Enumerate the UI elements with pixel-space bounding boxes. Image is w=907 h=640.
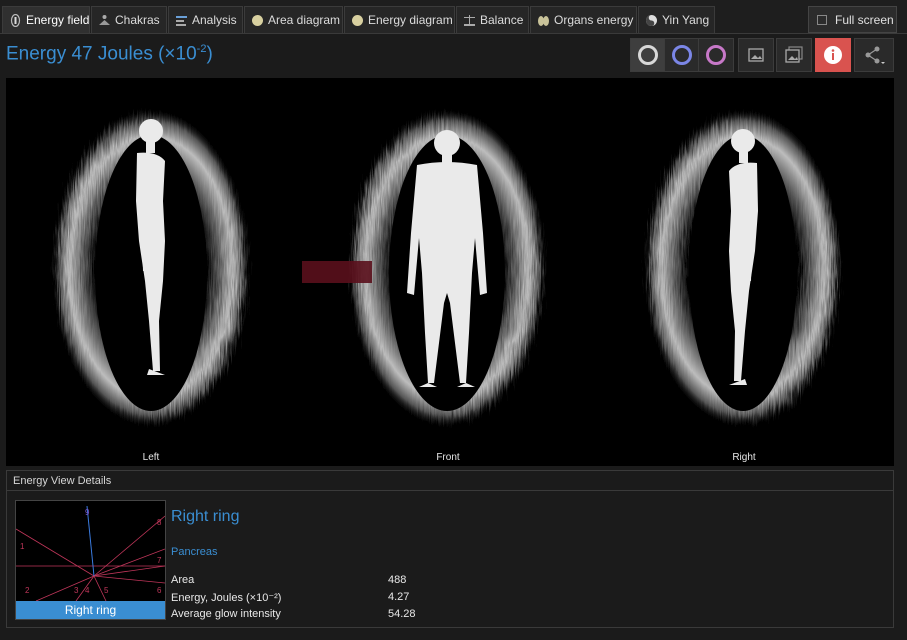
blue-ring-toggle[interactable] xyxy=(664,38,700,72)
tab-label: Yin Yang xyxy=(662,13,710,27)
sector-number: 7 xyxy=(157,556,162,565)
ring-sector-diagram[interactable]: 1 2 3 4 5 6 7 8 9 Right ring xyxy=(15,500,166,620)
gallery-button[interactable] xyxy=(776,38,812,72)
image-button[interactable] xyxy=(738,38,774,72)
tab-label: Area diagram xyxy=(268,13,341,27)
view-label-right: Right xyxy=(732,452,756,463)
sector-number: 3 xyxy=(74,586,79,595)
energy-label: Energy, Joules (×10⁻²) xyxy=(171,592,282,604)
analysis-icon xyxy=(176,15,187,26)
energy-title-exponent: -2 xyxy=(196,43,207,55)
sector-number: 1 xyxy=(20,542,25,551)
info-icon xyxy=(824,46,842,64)
tab-area-diagram[interactable]: Area diagram xyxy=(244,6,343,33)
sector-number: 8 xyxy=(157,518,162,527)
blue-ring-icon xyxy=(672,45,692,65)
sector-number: 5 xyxy=(104,586,109,595)
tab-bar: Energy field Chakras Analysis Area diagr… xyxy=(0,0,907,34)
glow-intensity-value: 54.28 xyxy=(388,608,416,620)
ring-selector-button[interactable]: Right ring xyxy=(16,601,165,619)
organ-name: Pancreas xyxy=(171,546,218,558)
aura-canvas xyxy=(51,108,843,428)
view-label-front: Front xyxy=(436,452,460,463)
tab-label: Energy diagram xyxy=(368,13,453,27)
tab-label: Organs energy xyxy=(554,13,634,27)
info-button[interactable] xyxy=(815,38,851,72)
tab-organs-energy[interactable]: Organs energy xyxy=(530,6,637,33)
share-button[interactable] xyxy=(854,38,894,72)
sector-number: 6 xyxy=(157,586,162,595)
tab-label: Analysis xyxy=(192,13,237,27)
energy-view-details-panel: Energy View Details 1 2 3 4 5 6 7 8 9 Ri… xyxy=(6,470,894,628)
balance-icon xyxy=(464,14,475,26)
energy-title-text: Energy 47 Joules (×10 xyxy=(6,43,197,65)
organs-icon xyxy=(538,15,549,26)
tab-label: Energy field xyxy=(26,13,90,27)
sector-lines: 1 2 3 4 5 6 7 8 9 xyxy=(15,505,166,602)
sector-number: 2 xyxy=(25,586,30,595)
yin-yang-icon xyxy=(646,14,657,26)
area-label: Area xyxy=(171,574,195,586)
energy-value: 4.27 xyxy=(388,591,410,603)
tab-balance[interactable]: Balance xyxy=(456,6,529,33)
white-ring-icon xyxy=(638,45,658,65)
selected-ring-name: Right ring xyxy=(171,508,240,525)
area-value: 488 xyxy=(388,574,407,586)
tab-label: Balance xyxy=(480,13,524,27)
glow-intensity-label: Average glow intensity xyxy=(171,608,281,620)
fullscreen-label: Full screen xyxy=(835,12,894,27)
energy-title: Energy 47 Joules (×10-2) xyxy=(6,43,213,65)
tab-energy-diagram[interactable]: Energy diagram xyxy=(344,6,455,33)
tab-analysis[interactable]: Analysis xyxy=(168,6,243,33)
energy-field-icon xyxy=(10,13,21,27)
area-diagram-icon xyxy=(252,14,263,26)
chakras-icon xyxy=(99,14,110,25)
energy-title-suffix: ) xyxy=(206,43,213,65)
fullscreen-icon xyxy=(817,14,827,25)
tab-chakras[interactable]: Chakras xyxy=(91,6,167,33)
energy-field-viewer: Left Front Right xyxy=(6,78,894,466)
sector-number: 4 xyxy=(85,586,90,595)
selected-sector-highlight[interactable] xyxy=(302,261,372,283)
image-icon xyxy=(748,48,764,62)
purple-ring-icon xyxy=(706,45,726,65)
purple-ring-toggle[interactable] xyxy=(698,38,734,72)
tab-yin-yang[interactable]: Yin Yang xyxy=(638,6,715,33)
fullscreen-button[interactable]: Full screen xyxy=(808,6,897,33)
view-label-left: Left xyxy=(142,452,160,463)
share-icon xyxy=(865,46,885,64)
gallery-icon xyxy=(785,46,803,63)
details-panel-title: Energy View Details xyxy=(7,471,893,491)
sector-number: 9 xyxy=(85,508,90,517)
energy-diagram-icon xyxy=(352,14,363,26)
tab-label: Chakras xyxy=(115,13,160,27)
white-ring-toggle[interactable] xyxy=(630,38,666,72)
tab-energy-field[interactable]: Energy field xyxy=(2,6,90,33)
